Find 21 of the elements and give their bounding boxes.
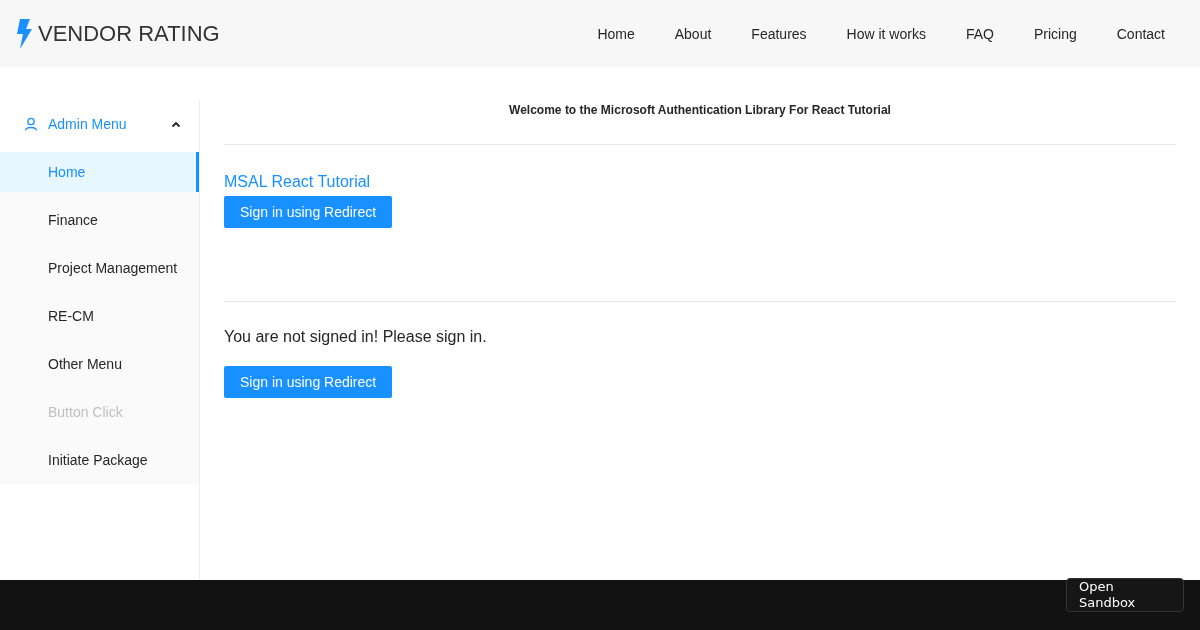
status-message: You are not signed in! Please sign in.: [224, 328, 488, 346]
nav-link[interactable]: Home: [577, 25, 655, 42]
caret-icon: [171, 120, 181, 128]
nav-link[interactable]: How it works: [826, 25, 946, 42]
user-icon: [24, 117, 38, 131]
nav-link[interactable]: Pricing: [1013, 25, 1097, 42]
sidebar-item[interactable]: Initiate Package: [0, 436, 199, 484]
open-sandbox-button[interactable]: Open Sandbox: [1066, 578, 1184, 612]
nav-link[interactable]: Contact: [1096, 25, 1185, 42]
nav-link[interactable]: Features: [731, 25, 827, 42]
sidebar-item[interactable]: Other Menu: [0, 340, 199, 388]
sidebar-item[interactable]: Finance: [0, 196, 199, 244]
menu-title: Admin Menu: [48, 116, 128, 132]
brand-title[interactable]: VENDOR RATING: [38, 20, 220, 47]
lightning-icon: [15, 18, 33, 49]
sidebar-item[interactable]: Project Management: [0, 244, 199, 292]
sidebar-item[interactable]: RE-CM: [0, 292, 199, 340]
nav-link[interactable]: FAQ: [945, 25, 1014, 42]
nav-link[interactable]: About: [654, 25, 732, 42]
app-title: MSAL React Tutorial: [224, 172, 372, 192]
welcome-heading: Welcome to the Microsoft Authentication Library For React Tutorial: [224, 100, 1176, 145]
